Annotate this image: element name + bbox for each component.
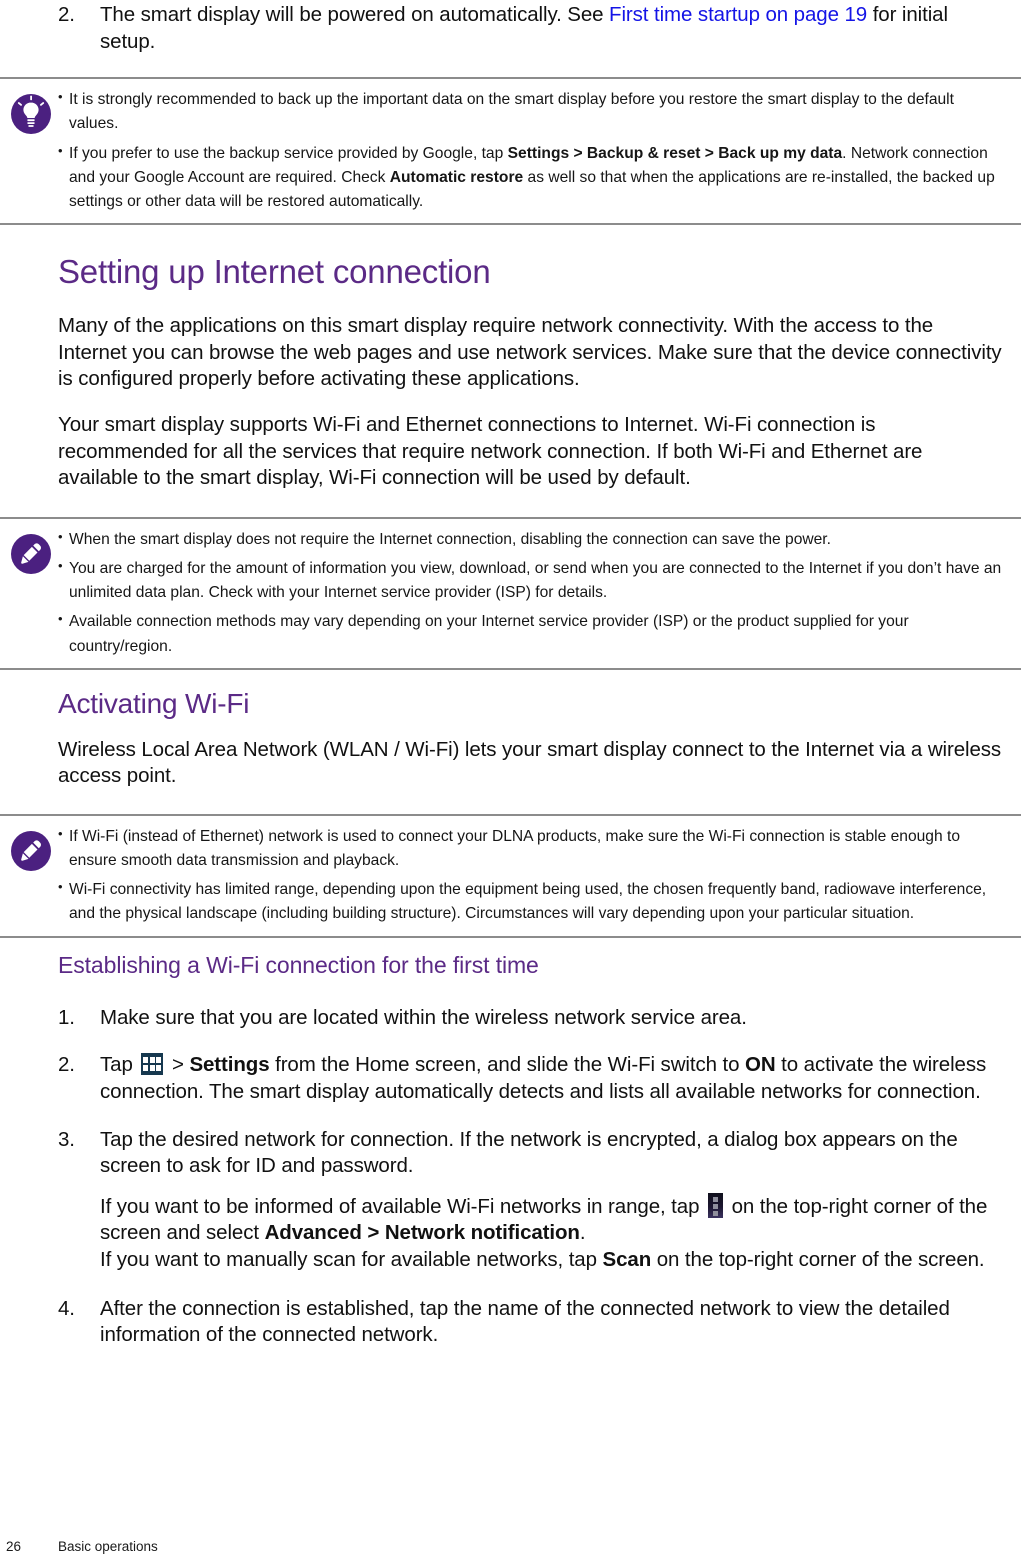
- tip-item-2-bold2: Automatic restore: [389, 168, 524, 186]
- tip-item-2-bold1: Settings > Backup & reset > Back up my d…: [507, 144, 843, 162]
- wifi-note-item-2: Wi-Fi connectivity has limited range, de…: [69, 881, 987, 923]
- step-3-sub-after-bold: .: [579, 1221, 586, 1245]
- lightbulb-icon: [10, 93, 52, 135]
- list-item: Wi-Fi connectivity has limited range, de…: [58, 877, 1007, 926]
- note-item-3: Available connection methods may vary de…: [69, 613, 909, 655]
- tip-item-1-text: It is strongly recommended to back up th…: [69, 91, 954, 133]
- pencil-icon: [10, 533, 52, 575]
- internet-note-list: When the smart display does not require …: [0, 527, 1007, 659]
- note-item-1: When the smart display does not require …: [69, 530, 831, 548]
- list-item: You are charged for the amount of inform…: [58, 556, 1007, 605]
- tip-note-box: It is strongly recommended to back up th…: [0, 77, 1021, 226]
- step-2-before-icon: Tap: [100, 1053, 139, 1077]
- section-heading-activating-wifi: Activating Wi-Fi: [58, 687, 250, 719]
- intro-paragraph-1: Many of the applications on this smart d…: [58, 314, 1002, 391]
- overflow-menu-icon[interactable]: [707, 1192, 723, 1218]
- step-3-line2-before: If you want to manually scan for availab…: [100, 1248, 603, 1272]
- step-3-text: Tap the desired network for connection. …: [100, 1127, 1021, 1274]
- step-2-plain-2: from the Home screen, and slide the Wi-F…: [269, 1053, 745, 1077]
- list-item: 1. Make sure that you are located within…: [0, 1005, 1021, 1032]
- wifi-note-box: If Wi-Fi (instead of Ethernet) network i…: [0, 813, 1021, 938]
- app-drawer-icon[interactable]: [141, 1053, 164, 1076]
- note-item-2: You are charged for the amount of inform…: [69, 560, 1002, 602]
- internet-note-box: When the smart display does not require …: [0, 516, 1021, 670]
- step-2-text: Tap > Settings from the Home screen, and…: [100, 1052, 1021, 1105]
- step-1-number: 1.: [58, 1005, 75, 1029]
- list-item: It is strongly recommended to back up th…: [58, 87, 1007, 136]
- step-3-line2-after: on the top-right corner of the screen.: [651, 1248, 985, 1272]
- step-3-sub-before-icon: If you want to be informed of available …: [100, 1194, 705, 1218]
- step-4-text: After the connection is established, tap…: [100, 1296, 950, 1347]
- footer-chapter-name: Basic operations: [58, 1539, 158, 1554]
- list-item: 2. The smart display will be powered on …: [0, 2, 1021, 55]
- list-item: 4. After the connection is established, …: [0, 1296, 1021, 1349]
- step-1-text: Make sure that you are located within th…: [100, 1005, 747, 1029]
- list-item: Available connection methods may vary de…: [58, 609, 1007, 658]
- wifi-note-item-1: If Wi-Fi (instead of Ethernet) network i…: [69, 827, 960, 870]
- cross-reference-link[interactable]: First time startup on page 19: [609, 3, 867, 26]
- step-3-bold-advanced: Advanced > Network notification: [264, 1221, 580, 1245]
- footer-page-number: 26: [6, 1539, 22, 1554]
- list-item: 2. Tap > Settings from the Home screen, …: [0, 1052, 1021, 1105]
- list-item: When the smart display does not require …: [58, 527, 1007, 552]
- list-item: 3. Tap the desired network for connectio…: [0, 1127, 1021, 1274]
- step-3-subparagraph: If you want to be informed of available …: [100, 1192, 1007, 1274]
- section-heading-establishing: Establishing a Wi-Fi connection for the …: [58, 951, 539, 978]
- step-3-bold-scan: Scan: [602, 1248, 652, 1272]
- step-2-bold-settings: Settings: [189, 1053, 270, 1077]
- step-4-number: 4.: [58, 1296, 75, 1320]
- step-2-number: 2.: [58, 1053, 75, 1077]
- step-3-number: 3.: [58, 1127, 75, 1151]
- page-title: Setting up Internet connection: [58, 253, 491, 291]
- page-footer: 26 Basic operations: [0, 1539, 1021, 1554]
- step-text: The smart display will be powered on aut…: [100, 2, 1021, 55]
- step-number: 2.: [58, 3, 75, 26]
- list-item: If Wi-Fi (instead of Ethernet) network i…: [58, 824, 1007, 873]
- list-item: If you prefer to use the backup service …: [58, 141, 1007, 214]
- step-text-before: The smart display will be powered on aut…: [100, 3, 610, 26]
- pencil-icon: [10, 830, 52, 872]
- step-3-main: Tap the desired network for connection. …: [100, 1127, 958, 1178]
- step-2-plain-1: >: [166, 1053, 190, 1077]
- wifi-paragraph: Wireless Local Area Network (WLAN / Wi-F…: [58, 737, 1002, 788]
- step-2-bold-on: ON: [745, 1053, 776, 1077]
- manual-page: 2. The smart display will be powered on …: [0, 0, 1021, 1564]
- tip-item-2-part1: If you prefer to use the backup service …: [69, 144, 508, 162]
- wifi-note-list: If Wi-Fi (instead of Ethernet) network i…: [0, 824, 1007, 927]
- intro-paragraph-2: Your smart display supports Wi-Fi and Et…: [58, 412, 923, 490]
- top-step-block: 2. The smart display will be powered on …: [0, 0, 1021, 55]
- tip-note-list: It is strongly recommended to back up th…: [0, 87, 1007, 214]
